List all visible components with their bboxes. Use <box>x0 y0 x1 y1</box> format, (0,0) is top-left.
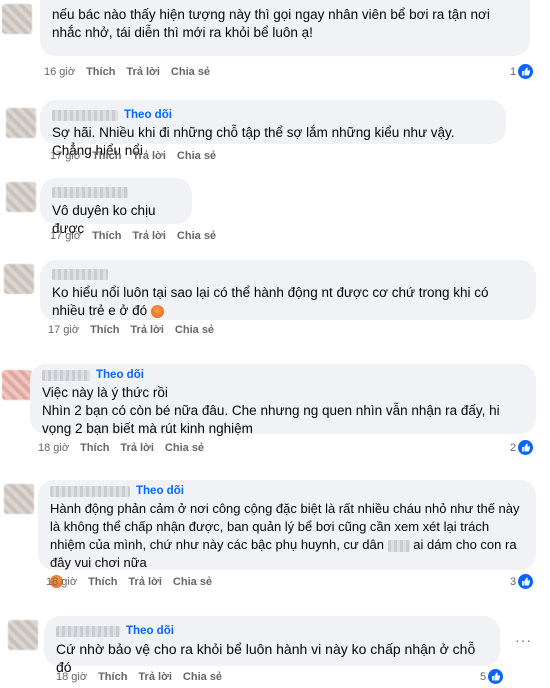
comment-author: Theo dõi <box>52 108 494 122</box>
share-button[interactable]: Chia sẻ <box>175 324 214 336</box>
timestamp[interactable]: 18 giờ <box>56 671 87 683</box>
author-name-blurred[interactable] <box>56 625 120 637</box>
like-button[interactable]: Thích <box>90 324 119 336</box>
avatar[interactable] <box>4 484 34 514</box>
reply-button[interactable]: Trả lời <box>120 442 154 454</box>
redacted-text <box>387 539 410 552</box>
like-button[interactable]: Thích <box>80 442 109 454</box>
timestamp[interactable]: 17 giờ <box>48 324 79 336</box>
comment-author <box>52 268 524 282</box>
comment-bubble: Ko hiểu nổi luôn tại sao lại có thể hành… <box>40 260 536 320</box>
like-icon <box>488 669 504 684</box>
reaction-number: 3 <box>510 575 517 588</box>
reaction-count[interactable]: 5 <box>480 669 504 684</box>
avatar[interactable] <box>2 4 32 34</box>
comment-actions: 16 giờ Thích Trả lời Chia sẻ <box>44 66 210 78</box>
timestamp[interactable]: 16 giờ <box>44 66 75 78</box>
share-button[interactable]: Chia sẻ <box>183 671 222 683</box>
reply-button[interactable]: Trả lời <box>126 66 160 78</box>
like-button[interactable]: Thích <box>86 66 115 78</box>
reaction-number: 5 <box>480 670 487 683</box>
follow-button[interactable]: Theo dõi <box>124 109 172 121</box>
avatar[interactable] <box>6 108 36 138</box>
comment-actions: 17 giờ Thích Trả lời Chia sẻ <box>50 150 216 162</box>
like-button[interactable]: Thích <box>92 230 121 242</box>
comment-bubble: Theo dõi Cứ nhờ bảo vệ cho ra khỏi bể lu… <box>44 616 500 675</box>
author-name-blurred[interactable] <box>52 269 108 281</box>
comment-actions: 18 giờ Thích Trả lời Chia sẻ <box>38 442 204 454</box>
avatar[interactable] <box>4 264 34 294</box>
comment-bubble: Theo dõi Sợ hãi. Nhiều khi đi những chỗ … <box>40 100 506 158</box>
reply-button[interactable]: Trả lời <box>132 150 166 162</box>
like-icon <box>518 574 534 589</box>
comment-text-body: Ko hiểu nổi luôn tại sao lại có thể hành… <box>52 285 493 318</box>
reply-button[interactable]: Trả lời <box>130 324 164 336</box>
follow-button[interactable]: Theo dõi <box>126 625 174 637</box>
angry-emoji-icon <box>150 304 164 318</box>
comment-text-line-1: Việc này là ý thức rồi <box>42 385 168 400</box>
author-name-blurred[interactable] <box>42 369 90 381</box>
reaction-count[interactable]: 3 <box>510 574 534 589</box>
like-button[interactable]: Thích <box>88 576 117 588</box>
comment-bubble: nếu bác nào thấy hiện tượng này thì gọi … <box>40 0 530 56</box>
avatar[interactable] <box>8 620 38 650</box>
reaction-count[interactable]: 1 <box>510 64 534 79</box>
comment-author <box>52 186 180 200</box>
comment-bubble: Theo dõi Việc này là ý thức rồi Nhìn 2 b… <box>30 364 536 436</box>
timestamp[interactable]: 18 giờ <box>38 442 69 454</box>
reaction-number: 1 <box>510 65 517 78</box>
author-name-blurred[interactable] <box>52 109 118 121</box>
comment-actions: 18 giờ Thích Trả lời Chia sẻ <box>56 671 222 683</box>
timestamp[interactable]: 17 giờ <box>50 150 81 162</box>
comment-text: Ko hiểu nổi luôn tại sao lại có thể hành… <box>52 284 524 320</box>
like-icon <box>518 64 534 79</box>
author-name-blurred[interactable] <box>50 485 130 497</box>
avatar[interactable] <box>2 370 32 400</box>
reply-button[interactable]: Trả lời <box>132 230 166 242</box>
comment-text-line-2: Nhìn 2 bạn có còn bé nữa đâu. Che nhưng … <box>42 403 504 436</box>
author-name-blurred[interactable] <box>52 187 128 199</box>
timestamp[interactable]: 18 giờ <box>46 576 77 588</box>
comment-actions: 17 giờ Thích Trả lời Chia sẻ <box>48 324 214 336</box>
comment-text: nếu bác nào thấy hiện tượng này thì gọi … <box>52 7 494 40</box>
comment-author: Theo dõi <box>42 368 524 382</box>
follow-button[interactable]: Theo dõi <box>136 485 184 497</box>
timestamp[interactable]: 17 giờ <box>50 230 81 242</box>
comment-author: Theo dõi <box>56 624 488 638</box>
share-button[interactable]: Chia sẻ <box>171 66 210 78</box>
comment-actions: 18 giờ Thích Trả lời Chia sẻ <box>46 576 212 588</box>
like-button[interactable]: Thích <box>92 150 121 162</box>
share-button[interactable]: Chia sẻ <box>177 150 216 162</box>
share-button[interactable]: Chia sẻ <box>165 442 204 454</box>
share-button[interactable]: Chia sẻ <box>173 576 212 588</box>
comment-bubble: Theo dõi Hành động phản cảm ở nơi công c… <box>38 480 536 589</box>
reaction-count[interactable]: 2 <box>510 440 534 455</box>
reply-button[interactable]: Trả lời <box>128 576 162 588</box>
comment-author: Theo dõi <box>50 484 524 498</box>
comment-actions: 17 giờ Thích Trả lời Chia sẻ <box>50 230 216 242</box>
reply-button[interactable]: Trả lời <box>138 671 172 683</box>
comment-bubble: Vô duyên ko chịu được <box>40 178 192 236</box>
share-button[interactable]: Chia sẻ <box>177 230 216 242</box>
like-icon <box>518 440 534 455</box>
avatar[interactable] <box>6 182 36 212</box>
like-button[interactable]: Thích <box>98 671 127 683</box>
follow-button[interactable]: Theo dõi <box>96 369 144 381</box>
more-options-icon[interactable]: ··· <box>515 632 532 648</box>
reaction-number: 2 <box>510 441 517 454</box>
